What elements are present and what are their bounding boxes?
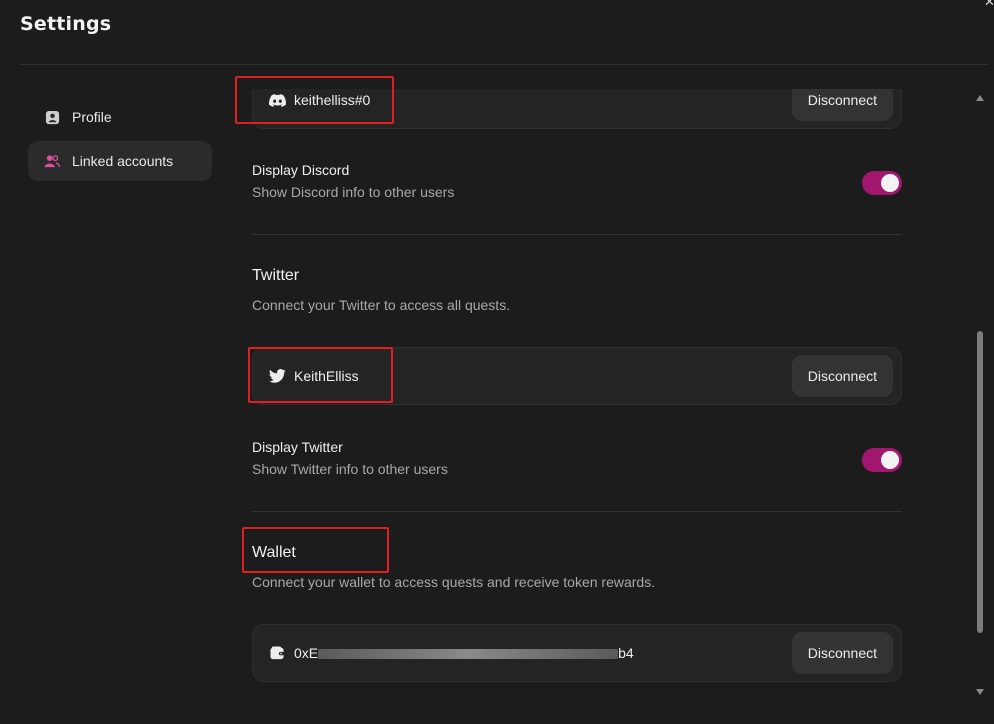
sidebar-item-label: Linked accounts	[72, 153, 174, 169]
scroll-down-arrow-icon[interactable]	[976, 689, 984, 695]
section-divider	[252, 234, 902, 235]
wallet-icon	[269, 645, 286, 662]
display-twitter-toggle[interactable]	[862, 448, 902, 472]
scrollbar-thumb[interactable]	[977, 331, 983, 633]
sidebar-item-linked-accounts[interactable]: Linked accounts	[28, 141, 212, 181]
highlight-box	[248, 347, 393, 403]
twitter-section-title: Twitter	[252, 267, 300, 284]
display-twitter-row: Display Twitter Show Twitter info to oth…	[252, 439, 902, 483]
section-divider	[252, 511, 902, 512]
wallet-section-desc: Connect your wallet to access quests and…	[252, 574, 656, 590]
display-discord-title: Display Discord	[252, 162, 350, 178]
close-icon[interactable]: ✕	[984, 0, 994, 8]
dialog-title: Settings	[20, 13, 112, 35]
display-discord-toggle[interactable]	[862, 171, 902, 195]
scrollbar[interactable]	[974, 89, 986, 701]
display-twitter-title: Display Twitter	[252, 439, 343, 455]
sidebar-item-profile[interactable]: Profile	[28, 97, 212, 137]
users-icon	[44, 153, 60, 169]
wallet-address-prefix: 0xE	[294, 645, 319, 661]
highlight-box	[235, 76, 394, 124]
twitter-disconnect-button[interactable]: Disconnect	[791, 355, 893, 397]
wallet-address-suffix: b4	[618, 645, 634, 661]
linked-accounts-panel: keithelliss#0 Disconnect Display Discord…	[252, 89, 902, 724]
display-twitter-desc: Show Twitter info to other users	[252, 461, 448, 477]
redacted-address	[318, 649, 619, 660]
wallet-address: 0xE b4	[294, 645, 634, 661]
highlight-box	[242, 527, 389, 573]
wallet-disconnect-button[interactable]: Disconnect	[791, 632, 893, 674]
display-discord-row: Display Discord Show Discord info to oth…	[252, 162, 902, 206]
sidebar-item-label: Profile	[72, 109, 112, 125]
title-divider	[20, 64, 988, 65]
twitter-section-desc: Connect your Twitter to access all quest…	[252, 297, 511, 313]
toggle-knob	[881, 174, 899, 192]
scroll-up-arrow-icon[interactable]	[976, 95, 984, 101]
toggle-knob	[881, 451, 899, 469]
profile-icon	[44, 109, 60, 125]
wallet-account-card: 0xE b4 Disconnect	[252, 624, 902, 682]
sidebar: Profile Linked accounts	[28, 97, 212, 185]
discord-disconnect-button[interactable]: Disconnect	[791, 89, 893, 121]
display-discord-desc: Show Discord info to other users	[252, 184, 455, 200]
